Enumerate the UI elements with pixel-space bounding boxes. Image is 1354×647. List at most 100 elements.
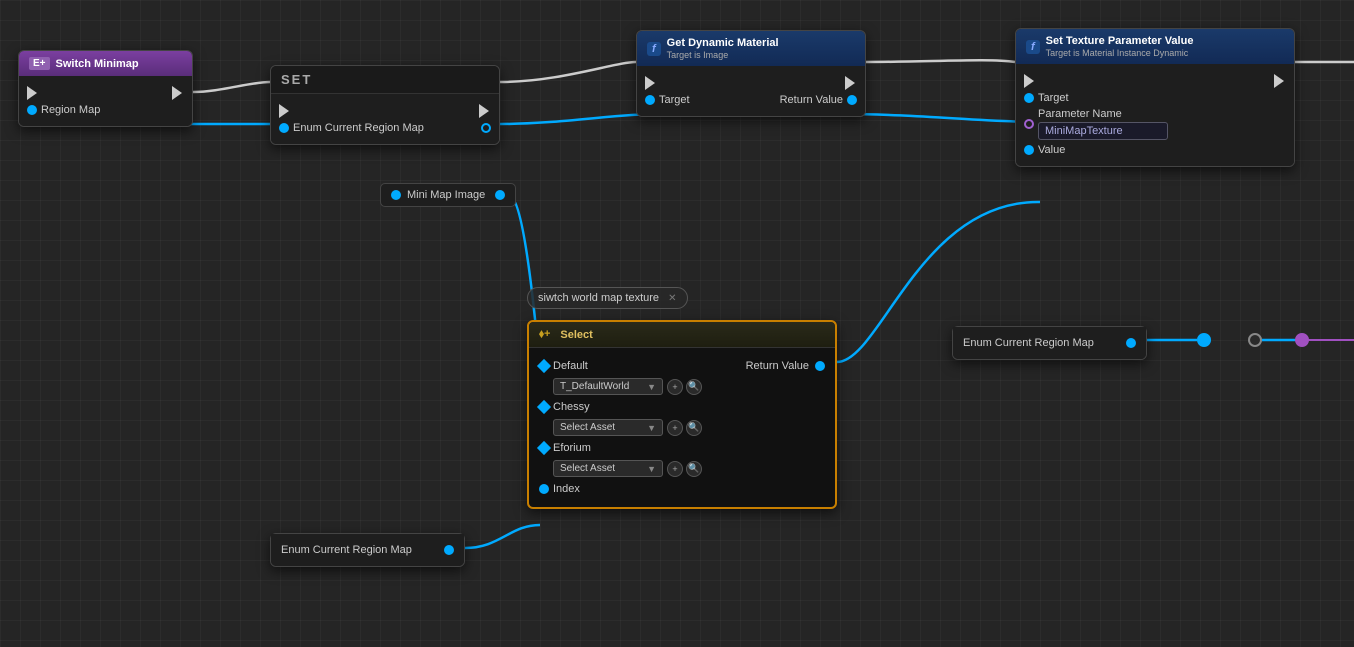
exec-pin-row — [27, 86, 184, 100]
chessy-add-icon[interactable]: + — [667, 420, 683, 436]
enum-right-pin-row: Enum Current Region Map — [963, 337, 1136, 349]
chessy-chevron-icon: ▼ — [647, 423, 656, 433]
select-default-label: Default — [553, 360, 588, 372]
switch-minimap-header: E+ Switch Minimap — [19, 51, 192, 76]
set-tex-exec-row — [1024, 74, 1286, 88]
set-tex-value-label: Value — [1038, 144, 1065, 156]
select-chessy-left: Chessy — [539, 401, 590, 413]
set-enum-right — [481, 123, 491, 133]
enum-right-label: Enum Current Region Map — [963, 337, 1094, 349]
select-default-left: Default — [539, 360, 588, 372]
select-index-left: Index — [539, 483, 580, 495]
select-chessy-label: Chessy — [553, 401, 590, 413]
switch-minimap-node: E+ Switch Minimap Region Map — [18, 50, 193, 127]
select-eforium-dropdown-row: Select Asset ▼ + 🔍 — [553, 460, 825, 477]
comment-node: siwtch world map texture ✕ — [527, 287, 688, 309]
search-icon[interactable]: 🔍 — [686, 379, 702, 395]
select-title: Select — [560, 329, 592, 341]
switch-minimap-body: Region Map — [19, 76, 192, 126]
minimap-image-node: Mini Map Image — [380, 183, 516, 207]
select-header-icon: ⬧+ — [539, 328, 550, 341]
set-enum-in-pin — [279, 123, 289, 133]
select-chessy-row: Chessy — [539, 401, 825, 413]
get-dyn-exec-out — [845, 76, 857, 90]
set-header: SET — [271, 66, 499, 94]
set-tex-value-pin — [1024, 145, 1034, 155]
add-icon[interactable]: + — [667, 379, 683, 395]
select-default-row: Default Return Value — [539, 360, 825, 372]
set-texture-title: Set Texture Parameter Value — [1046, 35, 1194, 47]
function-icon: f — [647, 42, 661, 56]
set-tex-value-row: Value — [1024, 144, 1286, 156]
select-eforium-dropdown-value: Select Asset — [560, 463, 615, 474]
set-tex-param-block: Parameter Name — [1038, 108, 1168, 140]
switch-minimap-title: Switch Minimap — [56, 58, 139, 70]
enum-right-node: Enum Current Region Map — [952, 326, 1147, 360]
enum-bottom-node: Enum Current Region Map — [270, 533, 465, 567]
select-body: Default Return Value T_DefaultWorld ▼ + … — [529, 348, 835, 507]
get-dyn-exec-in — [645, 76, 657, 90]
select-chessy-dropdown-value: Select Asset — [560, 422, 615, 433]
set-enum-left: Enum Current Region Map — [279, 122, 424, 134]
eforium-search-icon[interactable]: 🔍 — [686, 461, 702, 477]
select-chessy-icons: + 🔍 — [667, 420, 702, 436]
switch-icon: E+ — [29, 57, 50, 70]
enum-bottom-pin-row: Enum Current Region Map — [281, 544, 454, 556]
set-tex-target-pin — [1024, 93, 1034, 103]
select-default-dropdown[interactable]: T_DefaultWorld ▼ — [553, 378, 663, 395]
select-chessy-dropdown[interactable]: Select Asset ▼ — [553, 419, 663, 436]
region-map-pin-left: Region Map — [27, 104, 100, 116]
reroute-node-3 — [1295, 333, 1309, 347]
get-dynamic-body: Target Return Value — [637, 66, 865, 116]
select-return-pin — [815, 361, 825, 371]
select-eforium-icons: + 🔍 — [667, 461, 702, 477]
set-enum-row: Enum Current Region Map — [279, 122, 491, 134]
region-map-pin — [27, 105, 37, 115]
set-texture-body: Target Parameter Name Value — [1016, 64, 1294, 166]
set-tex-target-left: Target — [1024, 92, 1069, 104]
select-default-dropdown-row: T_DefaultWorld ▼ + 🔍 — [553, 378, 825, 395]
select-eforium-row: Eforium — [539, 442, 825, 454]
chevron-down-icon: ▼ — [647, 382, 656, 392]
minimap-image-label: Mini Map Image — [407, 189, 485, 201]
select-eforium-left: Eforium — [539, 442, 591, 454]
chessy-search-icon[interactable]: 🔍 — [686, 420, 702, 436]
comment-icon: ✕ — [668, 293, 676, 304]
set-tex-param-label: Parameter Name — [1038, 108, 1168, 120]
select-return-right: Return Value — [746, 360, 825, 372]
reroute-node-2 — [1248, 333, 1262, 347]
select-default-icons: + 🔍 — [667, 379, 702, 395]
select-header: ⬧+ Select — [529, 322, 835, 348]
get-dynamic-header: f Get Dynamic Material Target is Image — [637, 31, 865, 66]
enum-right-out-pin — [1126, 338, 1136, 348]
enum-bottom-out-pin — [444, 545, 454, 555]
get-dyn-target-left: Target — [645, 94, 690, 106]
set-tex-target-label: Target — [1038, 92, 1069, 104]
set-exec-in — [279, 104, 291, 118]
set-tex-value-left: Value — [1024, 144, 1065, 156]
get-dyn-return-pin — [847, 95, 857, 105]
select-eforium-dropdown[interactable]: Select Asset ▼ — [553, 460, 663, 477]
select-chessy-dropdown-row: Select Asset ▼ + 🔍 — [553, 419, 825, 436]
set-tex-param-input[interactable] — [1038, 122, 1168, 140]
eforium-chevron-icon: ▼ — [647, 464, 656, 474]
eforium-add-icon[interactable]: + — [667, 461, 683, 477]
exec-out-pin — [172, 86, 184, 100]
minimap-image-pin — [391, 190, 401, 200]
minimap-image-out-pin — [495, 190, 505, 200]
enum-bottom-body: Enum Current Region Map — [271, 534, 464, 566]
set-title: SET — [281, 72, 312, 87]
select-index-label: Index — [553, 483, 580, 495]
get-dyn-exec-row — [645, 76, 857, 90]
reroute-node-1 — [1197, 333, 1211, 347]
set-body: Enum Current Region Map — [271, 94, 499, 144]
enum-bottom-label: Enum Current Region Map — [281, 544, 412, 556]
get-dynamic-title-block: Get Dynamic Material Target is Image — [667, 37, 779, 60]
select-return-label: Return Value — [746, 360, 809, 372]
set-tex-param-left: Parameter Name — [1024, 108, 1168, 140]
get-dyn-target-pin — [645, 95, 655, 105]
set-exec-out — [479, 104, 491, 118]
set-texture-title-block: Set Texture Parameter Value Target is Ma… — [1046, 35, 1194, 58]
set-tex-param-pin — [1024, 119, 1034, 129]
get-dyn-pin-row: Target Return Value — [645, 94, 857, 106]
